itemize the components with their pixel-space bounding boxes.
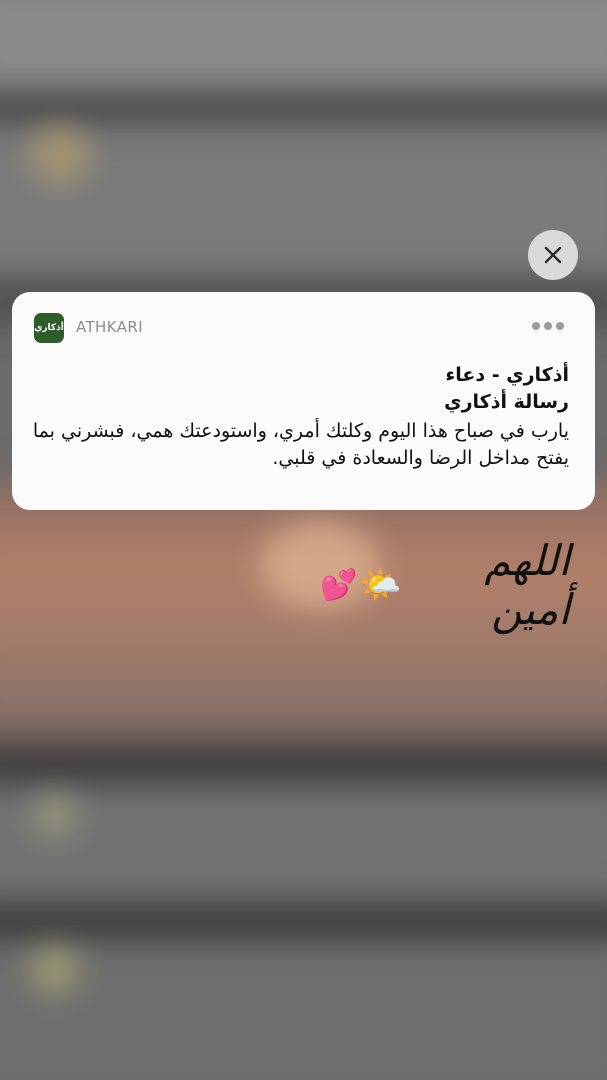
handwritten-caption: اللهم أمين 🌤️ 💕 xyxy=(320,536,570,634)
app-icon-label: أذكاري xyxy=(34,323,64,333)
more-icon xyxy=(532,322,540,330)
notification-title: أذكاري - دعاء xyxy=(445,364,570,386)
close-icon xyxy=(544,246,562,264)
notification-content: أذكاري - دعاء رسالة أذكاري يارب في صباح … xyxy=(29,362,569,472)
notification-card[interactable]: أذكاري ATHKARI أذكاري - دعاء رسالة أذكار… xyxy=(12,292,595,510)
more-options-button[interactable] xyxy=(532,322,572,334)
dismiss-button[interactable] xyxy=(528,230,578,280)
notification-subtitle: رسالة أذكاري xyxy=(444,391,569,413)
notification-body: يارب في صباح هذا اليوم وكلتك أمري، واستو… xyxy=(32,420,569,469)
caption-text: اللهم أمين xyxy=(484,536,570,634)
two-hearts-icon: 💕 xyxy=(320,567,358,603)
sun-behind-cloud-icon: 🌤️ xyxy=(359,565,402,605)
app-icon: أذكاري xyxy=(34,313,64,343)
app-name: ATHKARI xyxy=(76,318,144,336)
